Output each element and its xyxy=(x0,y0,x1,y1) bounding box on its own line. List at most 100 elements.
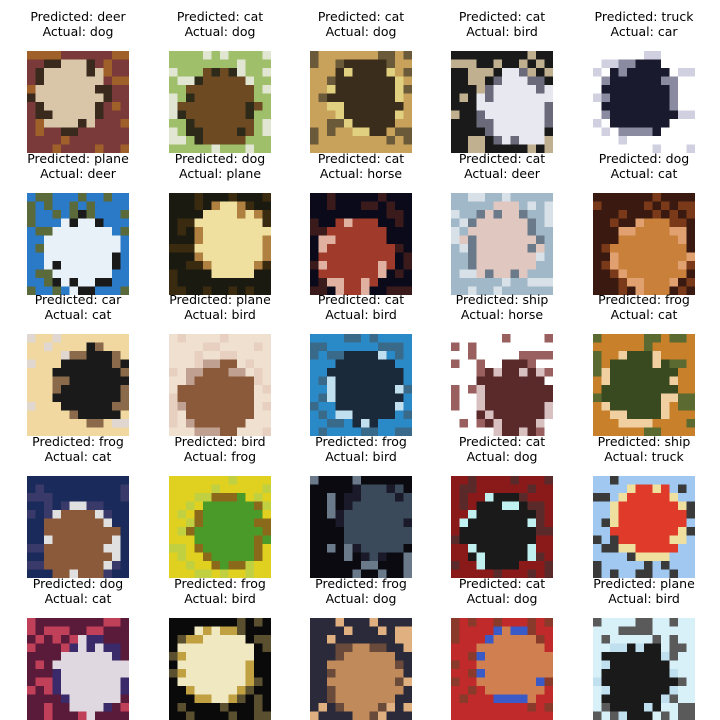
prediction-caption: Predicted: frog Actual: cat xyxy=(0,434,159,464)
predicted-label: Predicted: frog xyxy=(315,434,407,449)
prediction-caption: Predicted: cat Actual: horse xyxy=(280,151,442,181)
actual-label: Actual: bird xyxy=(184,591,256,606)
prediction-caption: Predicted: ship Actual: truck xyxy=(563,434,720,464)
dog-thumbnail xyxy=(451,618,553,720)
actual-label: Actual: bird xyxy=(325,449,397,464)
cat-thumbnail xyxy=(27,334,129,436)
predicted-label: Predicted: ship xyxy=(597,434,691,449)
prediction-caption: Predicted: truck Actual: car xyxy=(563,9,720,39)
predicted-label: Predicted: cat xyxy=(458,434,546,449)
actual-label: Actual: dog xyxy=(325,591,397,606)
dog-thumbnail xyxy=(310,618,412,720)
prediction-caption: Predicted: dog Actual: cat xyxy=(0,576,159,606)
prediction-caption: Predicted: bird Actual: frog xyxy=(139,434,301,464)
actual-label: Actual: cat xyxy=(610,166,678,181)
predicted-label: Predicted: dog xyxy=(598,151,690,166)
dog-thumbnail xyxy=(451,476,553,578)
bird-thumbnail xyxy=(169,618,271,720)
actual-label: Actual: horse xyxy=(319,166,403,181)
actual-label: Actual: truck xyxy=(604,449,684,464)
predicted-label: Predicted: car xyxy=(34,292,122,307)
prediction-caption: Predicted: dog Actual: plane xyxy=(139,151,301,181)
cat-thumbnail xyxy=(27,618,129,720)
actual-label: Actual: deer xyxy=(464,166,540,181)
predicted-label: Predicted: cat xyxy=(317,292,405,307)
truck-thumbnail xyxy=(593,476,695,578)
predicted-label: Predicted: frog xyxy=(315,576,407,591)
prediction-caption: Predicted: cat Actual: bird xyxy=(280,292,442,322)
predicted-label: Predicted: cat xyxy=(176,9,264,24)
prediction-caption: Predicted: frog Actual: dog xyxy=(280,576,442,606)
deer-thumbnail xyxy=(451,193,553,295)
predicted-label: Predicted: plane xyxy=(27,151,129,166)
predicted-label: Predicted: dog xyxy=(174,151,266,166)
bird-thumbnail xyxy=(310,476,412,578)
predicted-label: Predicted: cat xyxy=(458,576,546,591)
cat-thumbnail xyxy=(27,476,129,578)
actual-label: Actual: bird xyxy=(608,591,680,606)
bird-thumbnail xyxy=(593,618,695,720)
actual-label: Actual: bird xyxy=(466,24,538,39)
horse-thumbnail xyxy=(451,334,553,436)
cat-thumbnail xyxy=(593,193,695,295)
actual-label: Actual: bird xyxy=(325,307,397,322)
predicted-label: Predicted: cat xyxy=(458,151,546,166)
plane-thumbnail xyxy=(169,193,271,295)
prediction-caption: Predicted: frog Actual: cat xyxy=(563,292,720,322)
predicted-label: Predicted: cat xyxy=(317,151,405,166)
actual-label: Actual: dog xyxy=(42,24,114,39)
car-thumbnail xyxy=(593,51,695,153)
actual-label: Actual: plane xyxy=(178,166,262,181)
predicted-label: Predicted: dog xyxy=(32,576,124,591)
predicted-label: Predicted: truck xyxy=(594,9,694,24)
prediction-caption: Predicted: cat Actual: deer xyxy=(421,151,583,181)
dog-thumbnail xyxy=(169,51,271,153)
prediction-caption: Predicted: dog Actual: cat xyxy=(563,151,720,181)
actual-label: Actual: cat xyxy=(44,449,112,464)
predicted-label: Predicted: frog xyxy=(174,576,266,591)
predicted-label: Predicted: ship xyxy=(455,292,549,307)
prediction-caption: Predicted: cat Actual: bird xyxy=(421,9,583,39)
actual-label: Actual: cat xyxy=(44,591,112,606)
actual-label: Actual: deer xyxy=(40,166,116,181)
predicted-label: Predicted: plane xyxy=(593,576,695,591)
dog-thumbnail xyxy=(27,51,129,153)
actual-label: Actual: car xyxy=(610,24,678,39)
bird-thumbnail xyxy=(169,334,271,436)
predicted-label: Predicted: frog xyxy=(32,434,124,449)
prediction-caption: Predicted: plane Actual: deer xyxy=(0,151,159,181)
actual-label: Actual: cat xyxy=(610,307,678,322)
cat-thumbnail xyxy=(593,334,695,436)
prediction-caption: Predicted: plane Actual: bird xyxy=(139,292,301,322)
actual-label: Actual: frog xyxy=(183,449,257,464)
actual-label: Actual: bird xyxy=(184,307,256,322)
prediction-caption: Predicted: car Actual: cat xyxy=(0,292,159,322)
prediction-caption: Predicted: cat Actual: dog xyxy=(139,9,301,39)
prediction-caption: Predicted: cat Actual: dog xyxy=(421,576,583,606)
prediction-caption: Predicted: cat Actual: dog xyxy=(280,9,442,39)
predicted-label: Predicted: plane xyxy=(169,292,271,307)
prediction-caption: Predicted: frog Actual: bird xyxy=(139,576,301,606)
predicted-label: Predicted: frog xyxy=(598,292,690,307)
deer-thumbnail xyxy=(27,193,129,295)
dog-thumbnail xyxy=(310,51,412,153)
prediction-caption: Predicted: plane Actual: bird xyxy=(563,576,720,606)
horse-thumbnail xyxy=(310,193,412,295)
prediction-caption: Predicted: cat Actual: dog xyxy=(421,434,583,464)
bird-thumbnail xyxy=(310,334,412,436)
actual-label: Actual: dog xyxy=(466,591,538,606)
predicted-label: Predicted: deer xyxy=(30,9,126,24)
prediction-caption: Predicted: ship Actual: horse xyxy=(421,292,583,322)
actual-label: Actual: dog xyxy=(325,24,397,39)
predicted-label: Predicted: bird xyxy=(174,434,266,449)
predicted-label: Predicted: cat xyxy=(458,9,546,24)
prediction-caption: Predicted: deer Actual: dog xyxy=(0,9,159,39)
prediction-caption: Predicted: frog Actual: bird xyxy=(280,434,442,464)
actual-label: Actual: cat xyxy=(44,307,112,322)
actual-label: Actual: dog xyxy=(184,24,256,39)
actual-label: Actual: horse xyxy=(460,307,544,322)
predicted-label: Predicted: cat xyxy=(317,9,405,24)
actual-label: Actual: dog xyxy=(466,449,538,464)
bird-thumbnail xyxy=(451,51,553,153)
frog-thumbnail xyxy=(169,476,271,578)
